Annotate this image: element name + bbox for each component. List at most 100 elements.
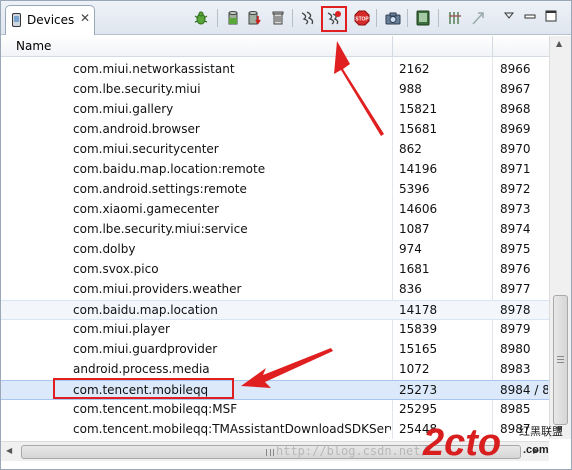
- scroll-up-icon[interactable]: ▲: [556, 39, 562, 48]
- pid-cell: 14178: [399, 303, 438, 317]
- dump-view-hierarchy-icon[interactable]: [415, 10, 431, 26]
- maximize-icon[interactable]: [544, 9, 558, 23]
- process-name-cell: com.lbe.security.miui:service: [73, 222, 248, 236]
- pid-cell: 25295: [399, 402, 438, 416]
- process-name-cell: com.tencent.mobileqq:MSF: [73, 402, 238, 416]
- port-cell: 8968: [500, 102, 531, 116]
- site-logo: 2cto 红黑联盟 .com: [422, 422, 563, 464]
- pid-cell: 5396: [399, 182, 430, 196]
- process-name-cell: com.tencent.mobileqq:TMAssistantDownload…: [73, 422, 391, 436]
- devices-view: Devices ✕ STOP Name com.miui.networkassi…: [0, 0, 572, 470]
- dump-hprof-icon[interactable]: [247, 10, 263, 26]
- process-name-cell: android.process.media: [73, 362, 210, 376]
- port-cell: 8979: [500, 322, 531, 336]
- logo-main-text: 2cto: [422, 422, 501, 464]
- pid-cell: 15681: [399, 122, 438, 136]
- process-name-cell: com.svox.pico: [73, 262, 159, 276]
- column-header-name[interactable]: Name: [16, 39, 51, 53]
- opengl-trace-icon[interactable]: [470, 10, 486, 26]
- pid-cell: 25273: [399, 383, 438, 397]
- port-cell: 8967: [500, 82, 531, 96]
- process-name-cell: com.miui.guardprovider: [73, 342, 218, 356]
- table-row[interactable]: com.miui.securitycenter 862 8970: [1, 140, 549, 160]
- table-row[interactable]: com.android.browser 15681 8969: [1, 120, 549, 140]
- annotation-highlight-row: [53, 378, 234, 399]
- pid-cell: 14606: [399, 202, 438, 216]
- table-row[interactable]: com.miui.player 15839 8979: [1, 320, 549, 340]
- column-divider[interactable]: [392, 36, 393, 57]
- toolbar-separator: [376, 9, 377, 27]
- process-name-cell: com.miui.gallery: [73, 102, 174, 116]
- toolbar-separator: [292, 9, 293, 27]
- table-row[interactable]: android.process.media 1072 8983: [1, 360, 549, 380]
- port-cell: 8966: [500, 62, 531, 76]
- toolbar-separator: [438, 9, 439, 27]
- toolbar-separator: [217, 9, 218, 27]
- table-row[interactable]: com.miui.providers.weather 836 8977: [1, 280, 549, 300]
- process-name-cell: com.baidu.map.location: [73, 303, 218, 317]
- pid-cell: 15165: [399, 342, 438, 356]
- logo-cn-text: 红黑联盟: [519, 425, 563, 438]
- table-row[interactable]: com.miui.guardprovider 15165 8980: [1, 340, 549, 360]
- pid-cell: 1087: [399, 222, 430, 236]
- column-divider[interactable]: [492, 36, 493, 57]
- process-name-cell: com.miui.securitycenter: [73, 142, 219, 156]
- table-row[interactable]: com.android.settings:remote 5396 8972: [1, 180, 549, 200]
- vertical-scrollbar[interactable]: ▲ ▼: [549, 36, 571, 439]
- close-icon[interactable]: ✕: [79, 11, 91, 25]
- pid-cell: 862: [399, 142, 422, 156]
- port-cell: 8983: [500, 362, 531, 376]
- vertical-scroll-thumb[interactable]: [553, 295, 568, 425]
- process-name-cell: com.miui.providers.weather: [73, 282, 242, 296]
- watermark-text: http://blog.csdn.net/: [276, 444, 428, 458]
- table-row[interactable]: com.dolby 974 8975: [1, 240, 549, 260]
- pid-cell: 14196: [399, 162, 438, 176]
- table-row[interactable]: com.miui.gallery 15821 8968: [1, 100, 549, 120]
- process-name-cell: com.android.browser: [73, 122, 200, 136]
- scroll-left-icon[interactable]: ◀: [6, 446, 12, 455]
- port-cell: 8972: [500, 182, 531, 196]
- process-name-cell: com.baidu.map.location:remote: [73, 162, 266, 176]
- view-menu-icon[interactable]: [502, 9, 516, 23]
- table-row[interactable]: com.xiaomi.gamecenter 14606 8973: [1, 200, 549, 220]
- pid-cell: 988: [399, 82, 422, 96]
- port-cell: 8977: [500, 282, 531, 296]
- stop-process-icon[interactable]: STOP: [354, 10, 370, 26]
- update-heap-icon[interactable]: [225, 10, 241, 26]
- annotation-highlight-toolbar: [321, 6, 347, 32]
- table-row[interactable]: com.baidu.map.location 14178 8978: [1, 300, 549, 320]
- port-cell: 8980: [500, 342, 531, 356]
- pid-cell: 1681: [399, 262, 430, 276]
- port-cell: 8971: [500, 162, 531, 176]
- table-row[interactable]: com.lbe.security.miui 988 8967: [1, 80, 549, 100]
- screen-capture-icon[interactable]: [385, 10, 401, 26]
- systrace-icon[interactable]: [447, 10, 463, 26]
- port-cell: 8970: [500, 142, 531, 156]
- port-cell: 8974: [500, 222, 531, 236]
- svg-text:STOP: STOP: [355, 17, 369, 23]
- view-toolbar: Devices ✕ STOP: [1, 1, 571, 35]
- cause-gc-icon[interactable]: [270, 10, 286, 26]
- pid-cell: 15821: [399, 102, 438, 116]
- port-cell: 8969: [500, 122, 531, 136]
- table-row[interactable]: com.baidu.map.location:remote 14196 8971: [1, 160, 549, 180]
- minimize-icon[interactable]: [523, 9, 537, 23]
- table-header: Name: [1, 36, 549, 57]
- toolbar-separator: [407, 9, 408, 27]
- device-phone-icon: [12, 13, 21, 27]
- port-cell: 8975: [500, 242, 531, 256]
- update-threads-icon[interactable]: [300, 10, 316, 26]
- pid-cell: 974: [399, 242, 422, 256]
- process-name-cell: com.xiaomi.gamecenter: [73, 202, 220, 216]
- pid-cell: 1072: [399, 362, 430, 376]
- port-cell: 8984 / 8: [500, 383, 548, 397]
- table-row[interactable]: com.miui.networkassistant 2162 8966: [1, 60, 549, 80]
- process-name-cell: com.android.settings:remote: [73, 182, 247, 196]
- table-row[interactable]: com.svox.pico 1681 8976: [1, 260, 549, 280]
- debug-bug-icon[interactable]: [193, 10, 209, 26]
- table-row[interactable]: com.lbe.security.miui:service 1087 8974: [1, 220, 549, 240]
- tab-label: Devices: [27, 13, 75, 27]
- process-name-cell: com.lbe.security.miui: [73, 82, 201, 96]
- tab-devices[interactable]: Devices ✕: [5, 5, 95, 35]
- port-cell: 8973: [500, 202, 531, 216]
